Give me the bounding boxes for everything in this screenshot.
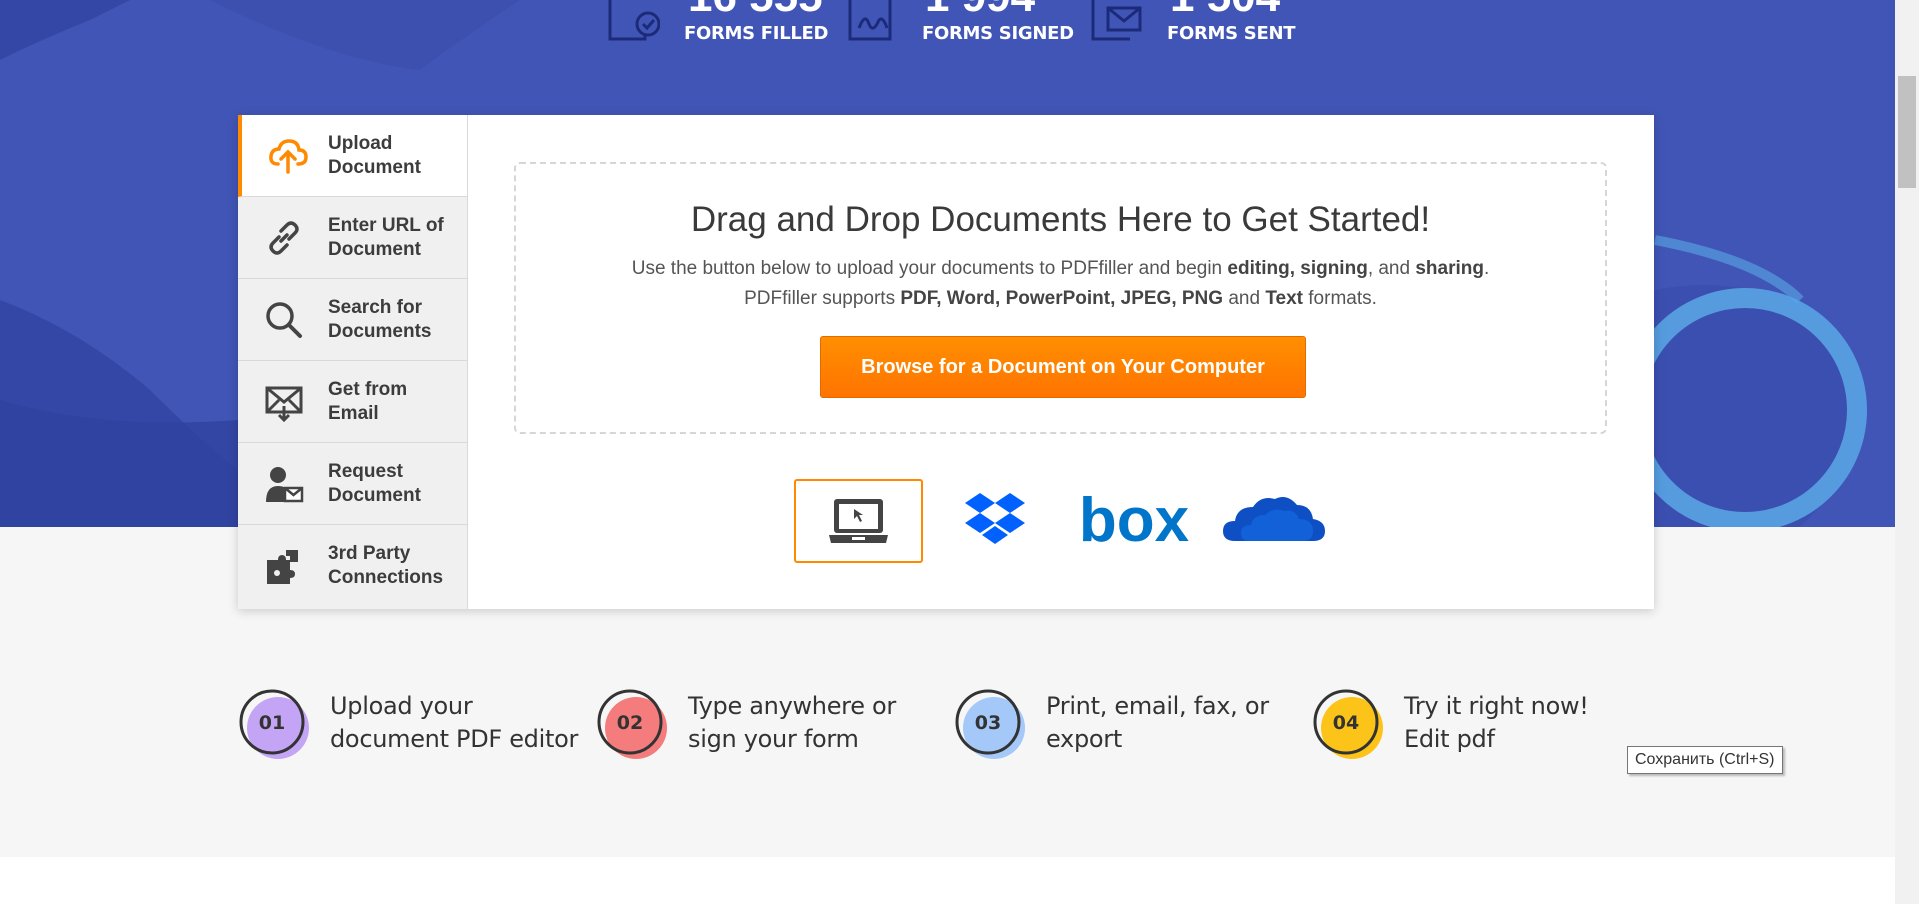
form-signature-icon — [848, 0, 892, 41]
onedrive-icon — [1223, 497, 1325, 541]
stat-label: FORMS SENT — [1167, 23, 1296, 44]
drop-zone[interactable]: Drag and Drop Documents Here to Get Star… — [514, 162, 1607, 434]
page-footer-area — [0, 857, 1895, 904]
steps-section: 01 Upload your document PDF editor 02 Typ… — [238, 688, 1654, 778]
source-selector: box — [238, 479, 1654, 563]
tab-enter-url[interactable]: Enter URL of Document — [238, 197, 467, 279]
tab-upload-document[interactable]: Upload Document — [238, 115, 467, 197]
step-number-badge: 01 — [239, 689, 309, 759]
drop-title: Drag and Drop Documents Here to Get Star… — [690, 200, 1431, 239]
step-number-badge: 02 — [597, 689, 667, 759]
step-item: 01 Upload your document PDF editor — [238, 688, 588, 778]
step-number-badge: 03 — [955, 689, 1025, 759]
step-text: Print, email, fax, or export — [1046, 692, 1269, 753]
link-icon — [269, 221, 299, 255]
drop-description: Use the button below to upload your docu… — [631, 258, 1490, 309]
stat-number: 16 555 — [688, 0, 823, 22]
search-icon — [266, 302, 302, 338]
scrollbar-thumb[interactable] — [1898, 76, 1916, 188]
svg-text:01: 01 — [259, 712, 285, 734]
upload-cloud-icon — [269, 139, 308, 174]
box-icon: box — [1079, 486, 1190, 555]
step-text: Try it right now! Edit pdf — [1404, 692, 1589, 753]
browse-button[interactable]: Browse for a Document on Your Computer — [820, 336, 1306, 398]
tab-label: Upload Document — [328, 133, 421, 178]
source-onedrive[interactable] — [1213, 479, 1342, 563]
source-dropbox[interactable] — [930, 479, 1059, 563]
svg-text:04: 04 — [1333, 712, 1359, 734]
stat-number: 1 994 — [925, 0, 1035, 22]
form-check-icon — [608, 0, 660, 41]
source-box[interactable]: box — [1064, 479, 1204, 563]
step-item: 04 Try it right now! Edit pdf — [1312, 688, 1662, 778]
upload-card: Upload Document Enter URL of Document Se… — [238, 115, 1654, 609]
stat-label: FORMS SIGNED — [922, 23, 1074, 44]
page-scrollbar[interactable] — [1895, 0, 1919, 904]
stat-number: 1 504 — [1170, 0, 1280, 22]
save-tooltip: Сохранить (Ctrl+S) — [1627, 746, 1783, 774]
step-item: 03 Print, email, fax, or export — [954, 688, 1304, 778]
email-icon — [265, 386, 303, 422]
svg-text:box: box — [1079, 486, 1190, 555]
step-number-badge: 04 — [1313, 689, 1383, 759]
source-dropbox[interactable] — [728, 479, 857, 563]
tab-search-documents[interactable]: Search for Documents — [238, 279, 467, 361]
svg-text:03: 03 — [975, 712, 1001, 734]
tab-get-from-email[interactable]: Get from Email — [238, 361, 467, 443]
dropbox-icon — [965, 493, 1025, 544]
step-item: 02 Type anywhere or sign your form — [596, 688, 946, 778]
step-text: Upload your document PDF editor — [330, 692, 579, 753]
step-text: Type anywhere or sign your form — [688, 692, 896, 753]
tab-label: Search for Documents — [328, 297, 432, 342]
stat-label: FORMS FILLED — [684, 23, 829, 44]
svg-text:02: 02 — [617, 712, 643, 734]
tab-label: Enter URL of Document — [328, 215, 444, 260]
tab-label: Get from Email — [328, 379, 408, 424]
form-envelope-icon — [1091, 0, 1142, 41]
